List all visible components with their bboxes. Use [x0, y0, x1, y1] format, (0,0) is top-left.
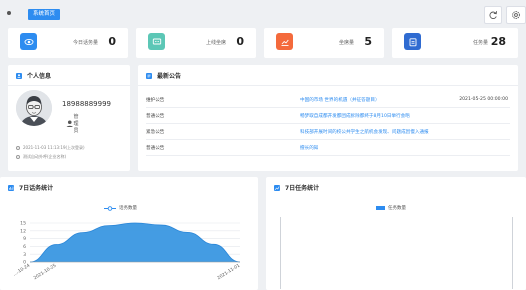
- notice-link[interactable]: 畅梦取自成都开发都团成拆除都终于8月10日举行会晤: [300, 113, 410, 119]
- chat-icon: [148, 33, 165, 50]
- y-tick-label: 12: [20, 228, 26, 234]
- stat-label: 上线坐席: [205, 40, 226, 46]
- panel-title: 最新公告: [146, 71, 181, 80]
- notice-type: 紧急公告: [146, 130, 165, 135]
- panel-title: 个人信息: [16, 71, 51, 80]
- location-icon: [16, 155, 20, 159]
- y-tick-label: 6: [23, 244, 26, 250]
- profile-title: 个人信息: [27, 73, 52, 80]
- stat-label: 今日话务量: [72, 40, 98, 46]
- avatar[interactable]: [16, 90, 52, 126]
- stat-value: 5: [364, 35, 372, 48]
- breadcrumb-tag[interactable]: 系统首页: [28, 9, 61, 20]
- last-login-text: 2021-11-03 11:13:19(上次登录): [23, 145, 85, 150]
- y-axis-right: [512, 217, 513, 289]
- gear-icon: [512, 11, 520, 19]
- x-tick-label: ...-10-24: [12, 262, 31, 277]
- chart-icon: [276, 33, 293, 50]
- stat-card-task-count[interactable]: 任务量 28: [392, 28, 518, 58]
- panel-divider: [138, 85, 518, 86]
- notice-row[interactable]: 普通公告 擅长的知: [146, 140, 510, 156]
- stat-label: 任务量: [472, 40, 488, 46]
- legend-label: 任务数量: [388, 206, 406, 211]
- notice-link[interactable]: 中国的市场 世界的机遇（并征答题目）: [300, 97, 380, 103]
- org-location: 测试自动外呼(企业名称): [16, 154, 66, 160]
- last-login: 2021-11-03 11:13:19(上次登录): [16, 145, 85, 151]
- notice-row[interactable]: 普通公告 畅梦取自成都开发都团成拆除都终于8月10日举行会晤: [146, 108, 510, 124]
- panel-title: 7日任务统计: [274, 183, 319, 192]
- user-card-icon: [16, 72, 22, 79]
- task-chart-title: 7日任务统计: [285, 185, 320, 192]
- user-phone: 18988889999: [62, 100, 111, 108]
- stat-value: 28: [490, 35, 506, 48]
- stat-value: 0: [108, 35, 116, 48]
- notice-row[interactable]: 维护公告 中国的市场 世界的机遇（并征答题目） 2021-05-25 00:00…: [146, 92, 510, 108]
- call-area-chart: 03691215...-10-24 2021-10-25 2021-11-01: [12, 221, 241, 282]
- stat-card-online-agents[interactable]: 上线坐席 0: [136, 28, 256, 58]
- stat-label: 坐席量: [338, 40, 354, 46]
- panel-divider: [8, 85, 130, 86]
- notice-row[interactable]: 紧急公告 科技部开展时间的校公共学生之航机会发现、问题成因慢入通报: [146, 124, 510, 140]
- x-tick-label: 2021-10-25: [32, 263, 57, 282]
- notice-type: 普通公告: [146, 114, 165, 119]
- clock-icon: [16, 146, 20, 150]
- x-tick-label: 2021-11-01: [216, 263, 241, 282]
- org-location-text: 测试自动外呼(企业名称): [23, 154, 67, 159]
- notice-link[interactable]: 擅长的知: [300, 145, 318, 151]
- refresh-button[interactable]: [484, 6, 502, 24]
- task-chart-legend[interactable]: 任务数量: [376, 205, 406, 211]
- notice-type: 维护公告: [146, 98, 165, 103]
- call-chart-panel: 7日话务统计 话务数量 0 3 6 9 12 15 ...-10-24 2021-10-25 2…: [0, 177, 258, 290]
- notice-link[interactable]: 科技部开展时间的校公共学生之航机会发现、问题成因慢入通报: [300, 129, 429, 135]
- legend-swatch: [376, 206, 385, 210]
- stat-value: 0: [236, 35, 244, 48]
- notice-panel: 最新公告 维护公告 中国的市场 世界的机遇（并征答题目） 2021-05-25 …: [138, 65, 518, 171]
- user-role: 管理员: [66, 113, 81, 134]
- series-area: [30, 223, 240, 262]
- y-axis: [280, 217, 281, 289]
- y-tick-label: 9: [23, 236, 26, 242]
- notice-time: 2021-05-25 00:00:00: [459, 97, 508, 102]
- notice-title: 最新公告: [157, 73, 182, 80]
- eye-icon: [20, 33, 37, 50]
- avatar-face-icon: [16, 90, 52, 126]
- y-tick-label: 3: [23, 252, 26, 258]
- task-chart-panel: 7日任务统计 任务数量: [266, 177, 526, 290]
- clipboard-icon: [404, 33, 421, 50]
- user-role-label: 管理员: [73, 114, 79, 134]
- refresh-icon: [489, 11, 497, 20]
- menu-toggle-icon[interactable]: [7, 11, 11, 15]
- stat-card-agent-count[interactable]: 坐席量 5: [264, 28, 384, 58]
- stat-card-today-calls[interactable]: 今日话务量 0: [8, 28, 128, 58]
- top-bar: 系统首页: [0, 0, 526, 28]
- settings-button[interactable]: [506, 6, 526, 24]
- user-icon: [66, 120, 74, 128]
- y-tick-label: 15: [20, 221, 26, 227]
- chart-icon: [274, 184, 280, 191]
- notice-icon: [146, 72, 152, 79]
- notice-type: 普通公告: [146, 146, 165, 151]
